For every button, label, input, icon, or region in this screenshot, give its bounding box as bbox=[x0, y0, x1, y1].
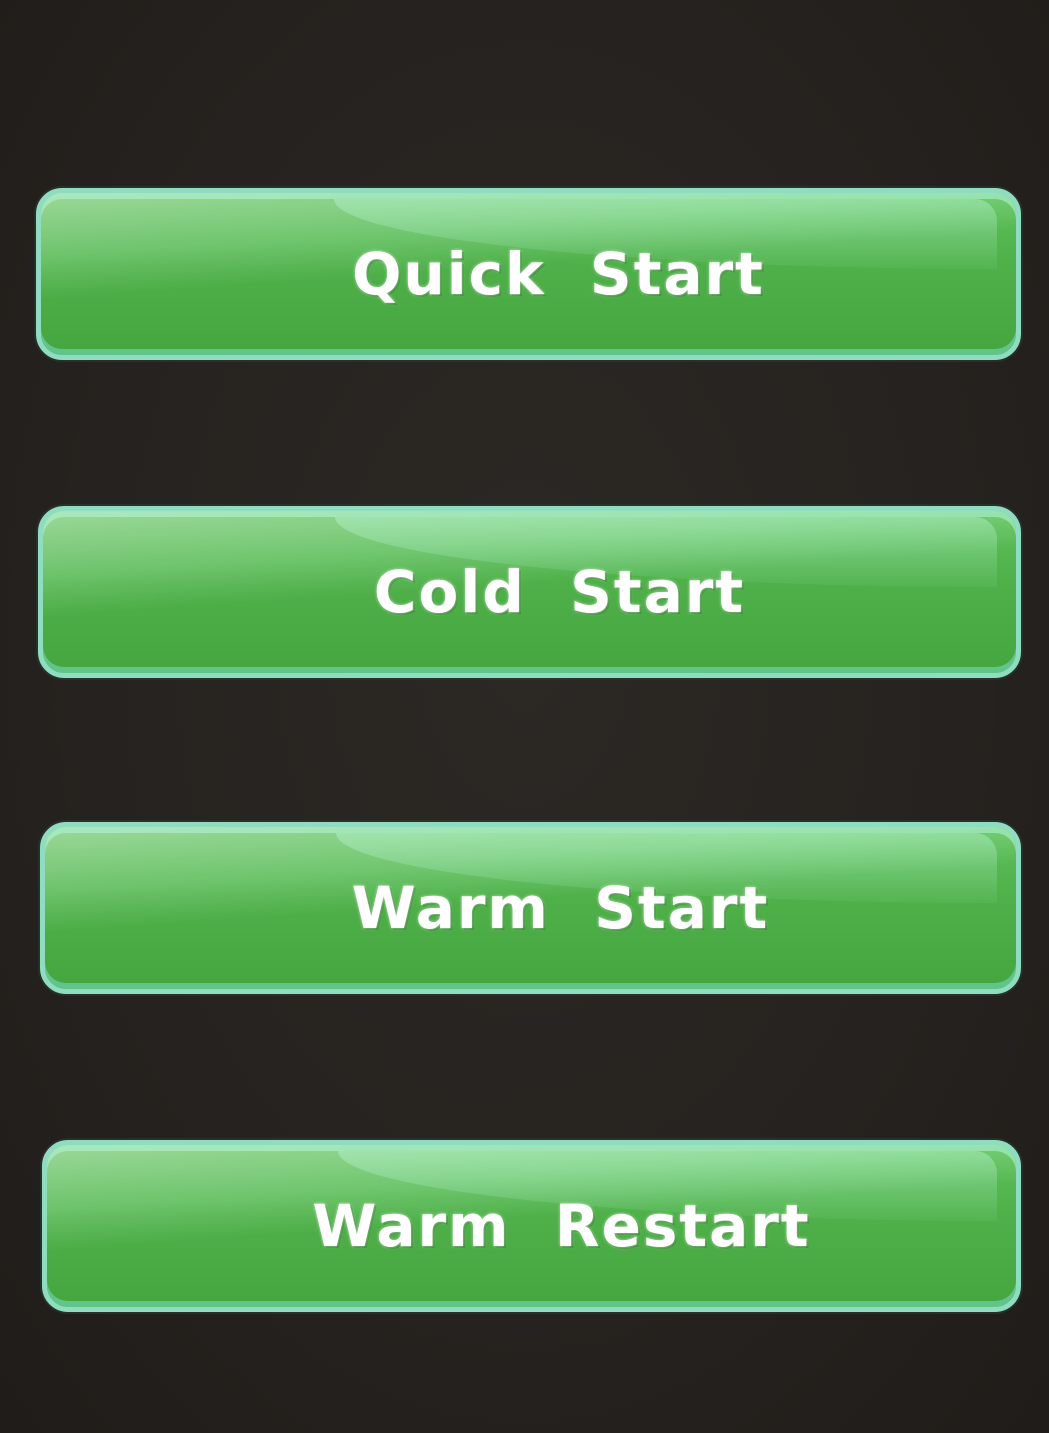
warm-restart-button[interactable]: Warm Restart bbox=[42, 1140, 1021, 1312]
device-screen: Quick Start Cold Start Warm Start Warm R… bbox=[0, 0, 1049, 1433]
warm-start-button[interactable]: Warm Start bbox=[40, 822, 1021, 994]
quick-start-button[interactable]: Quick Start bbox=[36, 188, 1021, 360]
start-mode-menu: Quick Start Cold Start Warm Start Warm R… bbox=[0, 0, 1049, 1433]
cold-start-button[interactable]: Cold Start bbox=[38, 506, 1021, 678]
quick-start-label: Quick Start bbox=[352, 240, 765, 308]
warm-restart-label: Warm Restart bbox=[312, 1192, 811, 1260]
warm-start-label: Warm Start bbox=[351, 874, 770, 942]
cold-start-label: Cold Start bbox=[373, 558, 746, 626]
